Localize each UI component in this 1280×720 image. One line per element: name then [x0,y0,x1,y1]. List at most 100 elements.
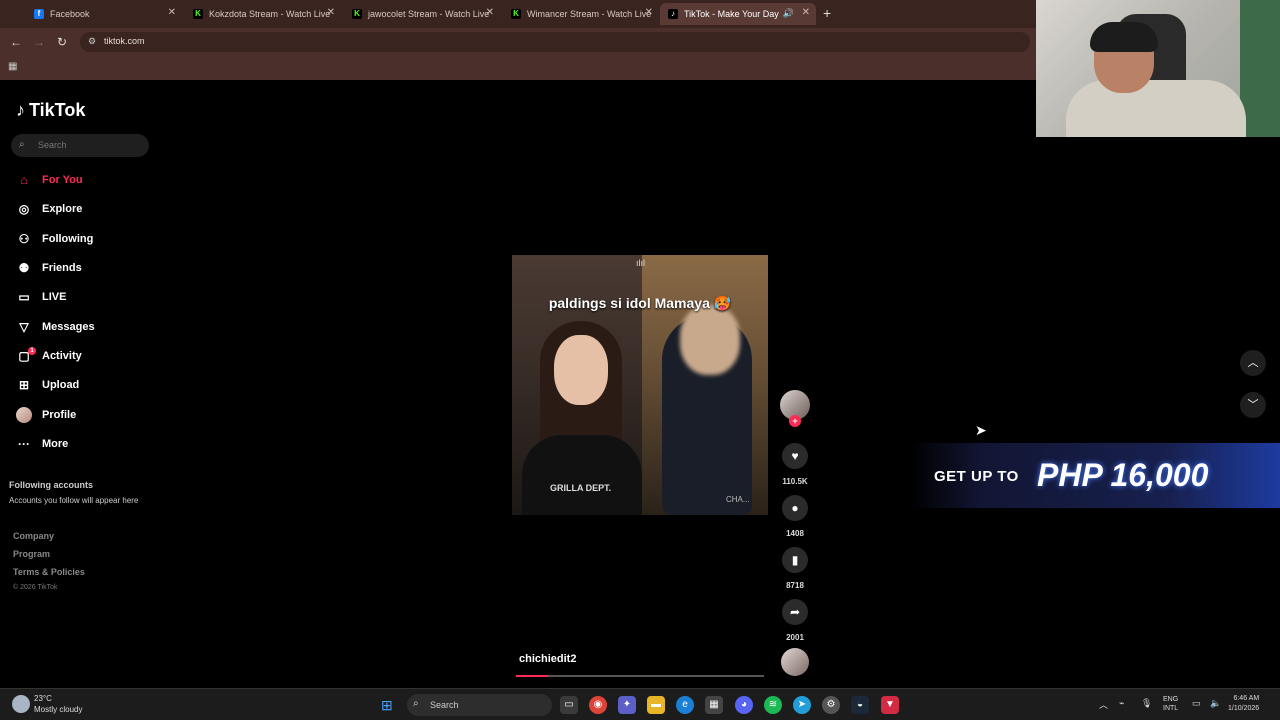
profile-avatar [16,407,32,423]
close-tab-icon[interactable]: ✕ [802,7,810,18]
copyright: © 2026 TikTok [13,584,58,591]
close-tab-icon[interactable]: ✕ [486,7,494,18]
telegram-icon[interactable]: ➤ [793,696,811,714]
tab-title: Facebook [50,9,90,19]
webcam-hair [1090,22,1158,52]
video-caption: paldings si idol Mamaya 🥵 [548,295,732,311]
upload-icon: ⊞ [18,378,30,392]
ad-amount: PHP 16,000 [1037,457,1209,493]
footer-link-company[interactable]: Company [13,531,54,541]
windows-start-icon[interactable]: ⊞ [381,697,393,714]
back-icon[interactable]: ← [10,35,22,49]
save-count: 8718 [786,581,804,590]
tray-chevron-icon[interactable]: ︿ [1099,698,1108,711]
tab-kokzdota[interactable]: K Kokzdota Stream - Watch Live ✕ [185,3,341,25]
tab-title: Kokzdota Stream - Watch Live [209,9,331,19]
footer-link-program[interactable]: Program [13,549,50,559]
task-view-icon[interactable]: ▭ [560,696,578,714]
next-video-button[interactable]: ﹀ [1240,392,1266,418]
weather-icon[interactable] [12,695,30,713]
tab-jawocolet[interactable]: K jawocolet Stream - Watch Live ✕ [344,3,500,25]
file-explorer-icon[interactable]: ▬ [647,696,665,714]
volume-bars-icon[interactable]: ılıl [636,258,645,268]
video-girl-face [554,335,608,405]
mic-icon[interactable]: 🎙 [1141,698,1152,709]
apps-grid-icon[interactable]: ▦ [8,61,17,72]
site-info-icon[interactable]: ⚙ [88,36,96,47]
video-player[interactable]: ılıl paldings si idol Mamaya 🥵 GRILLA DE… [512,255,768,515]
chrome-icon[interactable]: ◉ [589,696,607,714]
weather-desc: Mostly cloudy [34,705,83,714]
tab-title: Wimancer Stream - Watch Live [527,9,652,19]
video-username[interactable]: chichiedit2 [519,653,576,665]
url-text: tiktok.com [104,36,145,46]
following-accounts-subtitle: Accounts you follow will appear here [9,496,139,505]
spotify-icon[interactable]: ≋ [764,696,782,714]
like-button[interactable]: ♥ [782,443,808,469]
close-tab-icon[interactable]: ✕ [168,7,176,18]
store-icon[interactable]: ▦ [705,696,723,714]
tiktok-logo[interactable]: ♪ TikTok [16,100,85,121]
kick-icon: K [193,9,203,19]
reload-icon[interactable]: ↻ [57,35,67,49]
previous-video-button[interactable]: ︿ [1240,350,1266,376]
tab-title: TikTok - Make Your Day [684,9,779,19]
follow-plus-icon[interactable]: + [789,415,801,427]
speaker-icon[interactable]: 🔊 [783,8,794,19]
taskbar-search[interactable]: ⌕ Search [407,694,552,716]
tab-wimancer[interactable]: K Wimancer Stream - Watch Live ✕ [503,3,659,25]
following-accounts-title: Following accounts [9,480,94,490]
tab-tiktok[interactable]: ♪ TikTok - Make Your Day 🔊 ✕ [660,3,816,25]
system-clock[interactable]: 6:46 AM 1/10/2026 [1228,694,1259,714]
ad-prefix: GET UP TO [934,468,1019,485]
music-disc-avatar[interactable] [781,648,809,676]
video-watermark: CHA... [726,495,750,504]
nav-more[interactable]: ··· More [16,434,68,454]
copilot-icon[interactable]: ✦ [618,696,636,714]
compass-icon: ◎ [18,202,30,216]
nav-friends[interactable]: ⚉ Friends [16,258,82,278]
new-tab-button[interactable]: + [823,5,831,21]
nav-profile[interactable]: Profile [16,405,76,425]
clock-date: 1/10/2026 [1228,705,1260,712]
app-red-icon[interactable]: ▼ [881,696,899,714]
lang-top: ENG [1163,696,1179,703]
wifi-icon[interactable]: ▭ [1192,698,1201,709]
tab-facebook[interactable]: f Facebook ✕ [26,3,182,25]
edge-icon[interactable]: e [676,696,694,714]
nav-live[interactable]: ▭ LIVE [16,287,66,307]
comment-button[interactable]: ● [782,495,808,521]
more-icon: ··· [18,437,30,451]
chevron-down-icon: ﹀ [1247,399,1259,411]
discord-icon[interactable]: ◕ [735,696,753,714]
forward-icon[interactable]: → [33,35,45,49]
close-tab-icon[interactable]: ✕ [327,7,335,18]
share-button[interactable]: ➦ [782,599,808,625]
webcam-wall [1240,0,1280,137]
nav-activity[interactable]: ▢ 1 Activity [16,346,82,366]
video-boy-head [680,305,740,375]
nav-for-you[interactable]: ⌂ For You [16,170,82,190]
volume-icon[interactable]: 🔈 [1210,698,1221,709]
nav-following[interactable]: ⚇ Following [16,229,94,249]
ad-banner[interactable]: GET UP TO PHP 16,000 [909,443,1280,508]
activity-icon: ▢ 1 [16,347,36,363]
footer-link-terms[interactable]: Terms & Policies [13,567,85,577]
taskbar: 23°C Mostly cloudy ⊞ ⌕ Search ▭ ◉ ✦ ▬ e … [0,688,1280,720]
nav-upload[interactable]: ⊞ Upload [16,375,79,395]
nav-explore[interactable]: ◎ Explore [16,199,83,219]
close-tab-icon[interactable]: ✕ [645,7,653,18]
language-indicator[interactable]: ENG INTL [1163,695,1178,713]
lang-bottom: INTL [1163,705,1179,712]
steam-icon[interactable]: ◒ [851,696,869,714]
settings-icon[interactable]: ⚙ [822,696,840,714]
save-button[interactable]: ▮ [782,547,808,573]
facebook-icon: f [34,9,44,19]
search-icon: ⌕ [413,698,419,709]
search-box[interactable]: ⌕ Search [11,134,149,157]
url-field[interactable]: ⚙ tiktok.com [80,32,1030,52]
nav-messages[interactable]: ▽ Messages [16,317,94,337]
friends-icon: ⚉ [18,261,30,275]
video-progress-bar[interactable] [516,675,764,677]
network-icon[interactable]: ⌁ [1119,698,1124,709]
